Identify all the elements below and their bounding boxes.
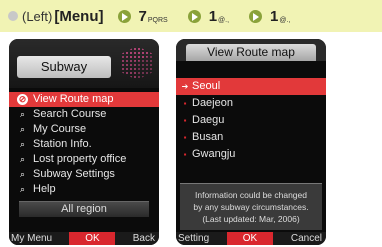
screen-title: Subway xyxy=(17,56,111,78)
menu-item-subway-settings[interactable]: ⌕ Subway Settings xyxy=(9,167,159,182)
search-icon: ⌕ xyxy=(19,184,26,194)
search-icon: ⌕ xyxy=(19,109,26,119)
ok-softkey[interactable]: OK xyxy=(227,232,273,245)
bullet-icon xyxy=(8,11,18,21)
info-line: (Last updated: Mar, 2006) xyxy=(202,214,300,224)
cancel-softkey[interactable]: Cancel xyxy=(291,233,326,244)
screen-header: View Route map xyxy=(176,39,326,61)
menu-item-search-course[interactable]: ⌕ Search Course xyxy=(9,107,159,122)
list-bullet-icon: ▪ xyxy=(183,150,187,159)
menu-item-view-route-map[interactable]: ⊘ View Route map xyxy=(9,92,159,107)
info-line: Information could be changed xyxy=(195,190,307,200)
region-selector[interactable]: All region xyxy=(19,201,149,217)
city-item-daegu[interactable]: ▪ Daegu xyxy=(176,112,326,129)
city-list: ➔ Seoul ▪ Daejeon ▪ Daegu ▪ Busan ▪ Gwan… xyxy=(176,78,326,163)
route-map-screen: View Route map ➔ Seoul ▪ Daejeon ▪ Daegu… xyxy=(176,39,326,245)
route-map-icon: ⊘ xyxy=(17,94,28,105)
search-icon: ⌕ xyxy=(19,139,26,149)
city-item-daejeon[interactable]: ▪ Daejeon xyxy=(176,95,326,112)
search-icon: ⌕ xyxy=(19,169,26,179)
city-item-seoul[interactable]: ➔ Seoul xyxy=(176,78,326,95)
left-key-label: (Left) xyxy=(22,8,53,24)
menu-key-label: [Menu] xyxy=(54,7,104,25)
list-bullet-icon: ▪ xyxy=(183,99,187,108)
city-item-busan[interactable]: ▪ Busan xyxy=(176,129,326,146)
subway-menu-list: ⊘ View Route map ⌕ Search Course ⌕ My Co… xyxy=(9,92,159,197)
setting-softkey[interactable]: Setting xyxy=(176,233,209,244)
ok-softkey[interactable]: OK xyxy=(69,232,116,245)
city-item-gwangju[interactable]: ▪ Gwangju xyxy=(176,146,326,163)
my-menu-softkey[interactable]: My Menu xyxy=(9,233,52,244)
keypad-key-7: 7 PQRS xyxy=(138,7,168,25)
cube-logo-icon xyxy=(121,46,153,80)
info-notice: Information could be changed by any subw… xyxy=(180,183,322,230)
menu-item-lost-property[interactable]: ⌕ Lost property office xyxy=(9,152,159,167)
arrow-right-icon: ➔ xyxy=(181,82,189,91)
arrow-right-icon xyxy=(117,9,131,23)
search-icon: ⌕ xyxy=(19,154,26,164)
arrow-right-icon xyxy=(249,9,263,23)
screen-header: Subway xyxy=(9,39,159,88)
list-bullet-icon: ▪ xyxy=(183,133,187,142)
list-bullet-icon: ▪ xyxy=(183,116,187,125)
back-softkey[interactable]: Back xyxy=(133,233,159,244)
menu-item-my-course[interactable]: ⌕ My Course xyxy=(9,122,159,137)
search-icon: ⌕ xyxy=(19,124,26,134)
screen-title: View Route map xyxy=(186,44,316,61)
keypad-key-1: 1 @., xyxy=(270,7,291,25)
menu-item-help[interactable]: ⌕ Help xyxy=(9,182,159,197)
subway-menu-screen: Subway ⊘ View Route map ⌕ Search Course … xyxy=(9,39,159,245)
softkey-bar: My Menu OK Back xyxy=(9,232,159,245)
menu-item-station-info[interactable]: ⌕ Station Info. xyxy=(9,137,159,152)
arrow-right-icon xyxy=(187,9,201,23)
info-line: by any subway circumstances. xyxy=(193,202,309,212)
keypad-key-1: 1 @., xyxy=(208,7,230,25)
instruction-bar: (Left) [Menu] 7 PQRS 1 @., 1 @., xyxy=(0,0,382,32)
softkey-bar: Setting OK Cancel xyxy=(176,232,326,245)
